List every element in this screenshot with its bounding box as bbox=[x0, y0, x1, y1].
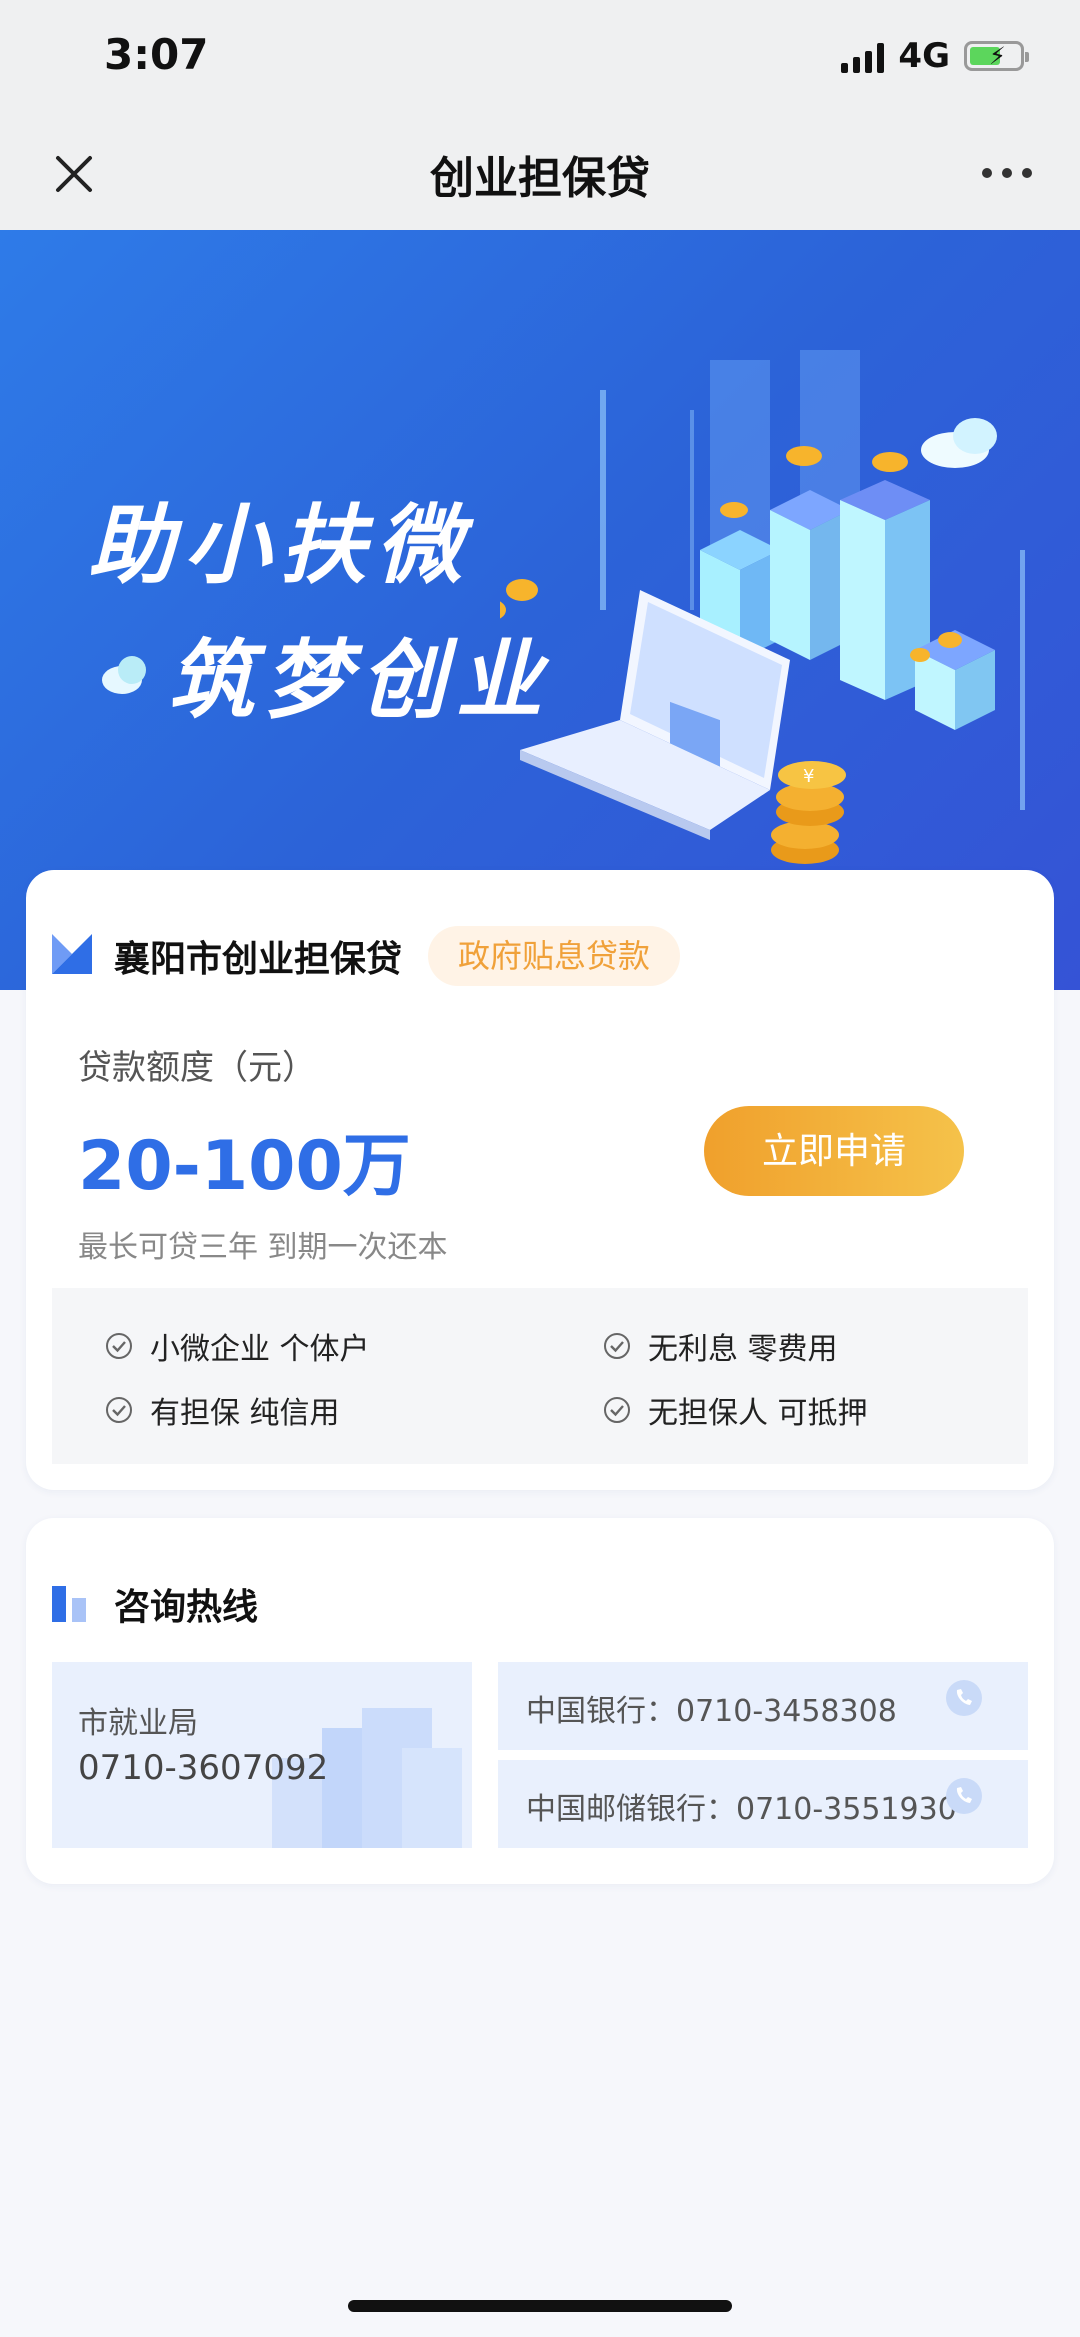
apply-button[interactable]: 立即申请 bbox=[704, 1106, 964, 1196]
cloud-icon bbox=[102, 656, 146, 694]
feature-label: 无担保人 可抵押 bbox=[648, 1396, 868, 1431]
battery-icon: ⚡ bbox=[964, 41, 1029, 71]
employment-bureau-contact[interactable]: 市就业局 0710-3607092 bbox=[52, 1662, 472, 1848]
svg-text:¥: ¥ bbox=[803, 766, 814, 787]
feature-label: 无利息 零费用 bbox=[648, 1332, 838, 1367]
feature-item: 无利息 零费用 bbox=[602, 1324, 838, 1368]
loan-card: 襄阳市创业担保贷 政府贴息贷款 贷款额度（元） 20-100万 立即申请 最长可… bbox=[26, 870, 1054, 1490]
more-icon[interactable] bbox=[982, 168, 1032, 178]
brand-logo bbox=[52, 934, 92, 974]
feature-list: 小微企业 个体户 无利息 零费用 有担保 纯信用 无担保人 可抵押 bbox=[52, 1288, 1028, 1464]
bureau-phone: 0710-3607092 bbox=[78, 1748, 329, 1788]
nav-bar: 创业担保贷 bbox=[0, 120, 1080, 230]
term-note: 最长可贷三年 到期一次还本 bbox=[78, 1230, 448, 1265]
feature-item: 有担保 纯信用 bbox=[104, 1388, 340, 1432]
hotline-card: 咨询热线 市就业局 0710-3607092 中国银行：0710-3458308… bbox=[26, 1518, 1054, 1884]
signal-icon bbox=[841, 39, 885, 73]
section-bar-icon bbox=[52, 1586, 86, 1622]
feature-item: 无担保人 可抵押 bbox=[602, 1388, 868, 1432]
amount-value: 20-100万 bbox=[78, 1127, 411, 1206]
status-indicators: 4G ⚡ bbox=[841, 36, 1029, 76]
subsidy-badge: 政府贴息贷款 bbox=[428, 926, 681, 986]
banner-slogan-2: 筑梦创业 bbox=[168, 631, 552, 731]
check-icon bbox=[106, 1333, 132, 1359]
bank-contact[interactable]: 中国邮储银行：0710-3551930 bbox=[498, 1760, 1028, 1848]
status-bar: 3:07 4G ⚡ bbox=[0, 0, 1080, 120]
check-icon bbox=[106, 1397, 132, 1423]
check-icon bbox=[604, 1397, 630, 1423]
amount-label: 贷款额度（元） bbox=[78, 1048, 316, 1088]
feature-label: 小微企业 个体户 bbox=[150, 1332, 370, 1367]
feature-label: 有担保 纯信用 bbox=[150, 1396, 340, 1431]
bank-contact-text: 中国银行：0710-3458308 bbox=[526, 1694, 897, 1729]
home-indicator[interactable] bbox=[348, 2300, 732, 2312]
network-label: 4G bbox=[898, 36, 950, 76]
bureau-name: 市就业局 bbox=[78, 1706, 198, 1741]
check-icon bbox=[604, 1333, 630, 1359]
phone-icon[interactable] bbox=[944, 1678, 984, 1718]
status-time: 3:07 bbox=[104, 30, 209, 79]
bank-contact-text: 中国邮储银行：0710-3551930 bbox=[526, 1792, 957, 1827]
loan-product-title: 襄阳市创业担保贷 bbox=[114, 939, 403, 980]
hotline-title: 咨询热线 bbox=[114, 1587, 259, 1628]
page-title: 创业担保贷 bbox=[430, 153, 650, 204]
banner-slogan-1: 助小扶微 bbox=[88, 496, 472, 596]
feature-item: 小微企业 个体户 bbox=[104, 1324, 370, 1368]
phone-icon[interactable] bbox=[944, 1776, 984, 1816]
bank-contact[interactable]: 中国银行：0710-3458308 bbox=[498, 1662, 1028, 1750]
